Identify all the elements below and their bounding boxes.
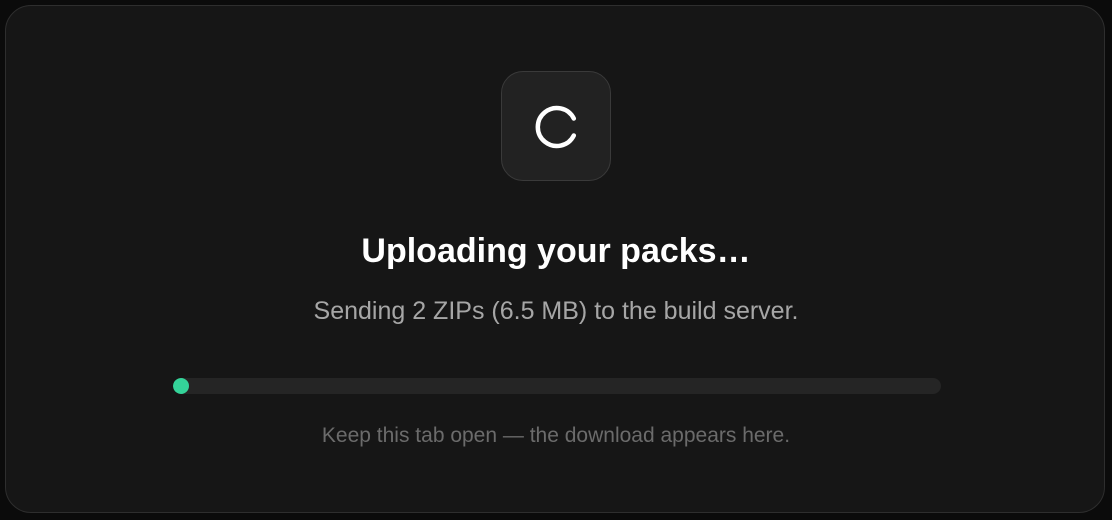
loading-spinner-icon	[535, 105, 577, 149]
keep-tab-open-hint: Keep this tab open — the download appear…	[321, 424, 791, 447]
upload-progress-bar	[173, 378, 941, 394]
dialog-title: Uploading your packs…	[361, 232, 751, 270]
spinner-tile	[501, 71, 611, 181]
upload-progress-fill	[173, 378, 189, 394]
upload-progress-card: Uploading your packs… Sending 2 ZIPs (6.…	[5, 5, 1105, 513]
dialog-subtitle: Sending 2 ZIPs (6.5 MB) to the build ser…	[313, 297, 799, 325]
